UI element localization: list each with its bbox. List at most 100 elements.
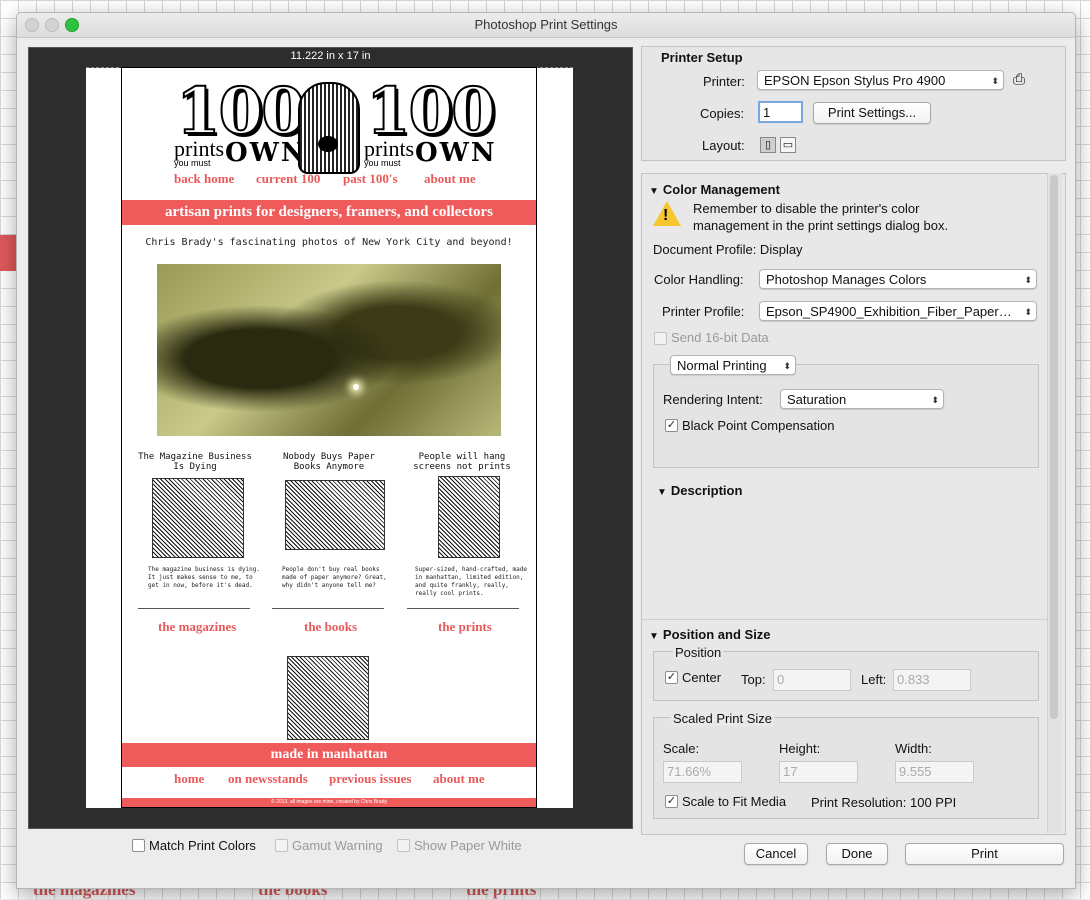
scrollbar[interactable] bbox=[1050, 175, 1058, 719]
black-point-compensation-label: Black Point Compensation bbox=[682, 418, 835, 433]
scale-label: Scale: bbox=[663, 741, 700, 756]
column-link: the magazines bbox=[158, 619, 237, 634]
footer-nav-link: home bbox=[174, 771, 205, 786]
column-engraving bbox=[438, 476, 500, 558]
column-link: the books bbox=[304, 619, 358, 634]
rendering-intent-popup[interactable]: Saturation ⬍ bbox=[780, 389, 944, 409]
document-profile-label: Document Profile: Display bbox=[653, 242, 803, 257]
center-checkbox[interactable]: ✓ bbox=[665, 671, 678, 684]
top-input[interactable]: 0 bbox=[773, 669, 851, 691]
printer-add-icon[interactable]: ⎙ bbox=[1013, 71, 1025, 88]
doc-banner: artisan prints for designers, framers, a… bbox=[122, 200, 536, 225]
column-body: The magazine business is dying. It just … bbox=[148, 566, 260, 589]
carpenter-engraving bbox=[287, 656, 369, 740]
print-mode-popup[interactable]: Normal Printing ⬍ bbox=[670, 355, 796, 375]
landscape-layout-icon[interactable]: ▭ bbox=[780, 137, 796, 153]
left-input[interactable]: 0.833 bbox=[893, 669, 971, 691]
top-label: Top: bbox=[741, 672, 766, 687]
printer-profile-popup[interactable]: Epson_SP4900_Exhibition_Fiber_Paper… ⬍ bbox=[759, 301, 1037, 321]
masthead: 100 prints you must OWN 100 prints you m… bbox=[122, 73, 536, 174]
column-divider bbox=[407, 608, 519, 609]
print-size-label: 11.222 in x 17 in bbox=[290, 50, 371, 62]
scale-input[interactable]: 71.66% bbox=[663, 761, 742, 783]
printer-profile-label: Printer Profile: bbox=[662, 304, 745, 319]
disclosure-triangle-icon: ▼ bbox=[649, 186, 659, 197]
section-divider bbox=[641, 619, 1047, 620]
printer-popup-value: EPSON Epson Stylus Pro 4900 bbox=[764, 73, 946, 88]
print-settings-dialog: Photoshop Print Settings 11.222 in x 17 … bbox=[16, 12, 1076, 889]
footer-nav-link: previous issues bbox=[329, 771, 412, 786]
document-preview[interactable]: 100 prints you must OWN 100 prints you m… bbox=[121, 67, 537, 808]
made-in-banner: made in manhattan bbox=[122, 743, 536, 767]
color-handling-value: Photoshop Manages Colors bbox=[766, 272, 927, 287]
window-title: Photoshop Print Settings bbox=[474, 17, 618, 32]
column-link: the prints bbox=[438, 619, 492, 634]
height-input[interactable]: 17 bbox=[779, 761, 858, 783]
scale-to-fit-checkbox[interactable]: ✓ bbox=[665, 795, 678, 808]
column-title: People will hang screens not prints bbox=[413, 452, 511, 472]
position-size-heading[interactable]: ▼ Position and Size bbox=[649, 627, 771, 642]
print-settings-button[interactable]: Print Settings... bbox=[813, 102, 931, 124]
updown-arrow-icon: ⬍ bbox=[1024, 307, 1032, 317]
print-button[interactable]: Print bbox=[905, 843, 1064, 865]
print-preview: 11.222 in x 17 in 100 prints you must OW… bbox=[28, 47, 633, 829]
color-management-heading[interactable]: ▼ Color Management bbox=[649, 182, 780, 197]
black-point-compensation-checkbox[interactable]: ✓ bbox=[665, 419, 678, 432]
printer-popup[interactable]: EPSON Epson Stylus Pro 4900 ⬍ bbox=[757, 70, 1004, 90]
masthead-youmust-left: you must bbox=[174, 158, 211, 168]
color-warning-text: Remember to disable the printer's color … bbox=[693, 201, 949, 233]
column-engraving bbox=[285, 480, 385, 550]
position-label: Position bbox=[673, 645, 724, 660]
footer-nav-link: about me bbox=[433, 771, 485, 786]
doc-photo bbox=[157, 264, 501, 436]
background-red-mark bbox=[0, 235, 16, 271]
rendering-intent-value: Saturation bbox=[787, 392, 847, 407]
column-divider bbox=[272, 608, 384, 609]
doc-nav-link: back home bbox=[174, 171, 235, 186]
done-button[interactable]: Done bbox=[826, 843, 888, 865]
height-label: Height: bbox=[779, 741, 821, 756]
doc-nav-link: past 100's bbox=[343, 171, 398, 186]
column-divider bbox=[138, 608, 250, 609]
masthead-youmust-right: you must bbox=[364, 158, 401, 168]
updown-arrow-icon: ⬍ bbox=[931, 395, 939, 405]
color-handling-popup[interactable]: Photoshop Manages Colors ⬍ bbox=[759, 269, 1037, 289]
updown-arrow-icon: ⬍ bbox=[991, 76, 999, 86]
scale-to-fit-label: Scale to Fit Media bbox=[682, 794, 787, 809]
send-16bit-checkbox[interactable] bbox=[654, 332, 667, 345]
masthead-own-left: OWN bbox=[225, 138, 307, 168]
updown-arrow-icon: ⬍ bbox=[1024, 275, 1032, 285]
masthead-own-right: OWN bbox=[415, 138, 497, 168]
title-bar[interactable]: Photoshop Print Settings bbox=[17, 13, 1075, 38]
portrait-layout-icon[interactable]: ▯ bbox=[760, 137, 776, 153]
printer-setup-heading: Printer Setup bbox=[661, 50, 743, 65]
width-label: Width: bbox=[895, 741, 932, 756]
rendering-box bbox=[653, 364, 1039, 468]
doc-nav-link: current 100 bbox=[256, 171, 321, 186]
printer-profile-value: Epson_SP4900_Exhibition_Fiber_Paper… bbox=[766, 304, 1012, 319]
cancel-button[interactable]: Cancel bbox=[744, 843, 808, 865]
center-label: Center bbox=[682, 670, 722, 685]
width-input[interactable]: 9.555 bbox=[895, 761, 974, 783]
column-body: People don't buy real books made of pape… bbox=[282, 566, 387, 589]
printer-label: Printer: bbox=[703, 74, 745, 89]
show-paper-white-checkbox[interactable] bbox=[397, 839, 410, 852]
show-paper-white-label: Show Paper White bbox=[414, 838, 522, 853]
doc-copyright: © 2013, all images are mine, created by … bbox=[122, 798, 536, 807]
scaled-print-size-label: Scaled Print Size bbox=[671, 711, 774, 726]
disclosure-triangle-icon: ▼ bbox=[649, 631, 659, 642]
copies-input[interactable]: 1 bbox=[758, 101, 803, 123]
rendering-intent-label: Rendering Intent: bbox=[663, 392, 763, 407]
send-16bit-label: Send 16-bit Data bbox=[671, 330, 769, 345]
doc-tagline: Chris Brady's fascinating photos of New … bbox=[145, 237, 513, 248]
description-heading[interactable]: ▼ Description bbox=[657, 483, 742, 498]
match-print-colors-checkbox[interactable] bbox=[132, 839, 145, 852]
column-title: The Magazine Business Is Dying bbox=[138, 452, 252, 472]
doc-nav-link: about me bbox=[424, 171, 476, 186]
gamut-warning-label: Gamut Warning bbox=[292, 838, 383, 853]
left-label: Left: bbox=[861, 672, 887, 687]
gamut-warning-checkbox[interactable] bbox=[275, 839, 288, 852]
layout-label: Layout: bbox=[702, 138, 745, 153]
masthead-face-illustration bbox=[298, 82, 360, 174]
match-print-colors-label: Match Print Colors bbox=[149, 838, 256, 853]
